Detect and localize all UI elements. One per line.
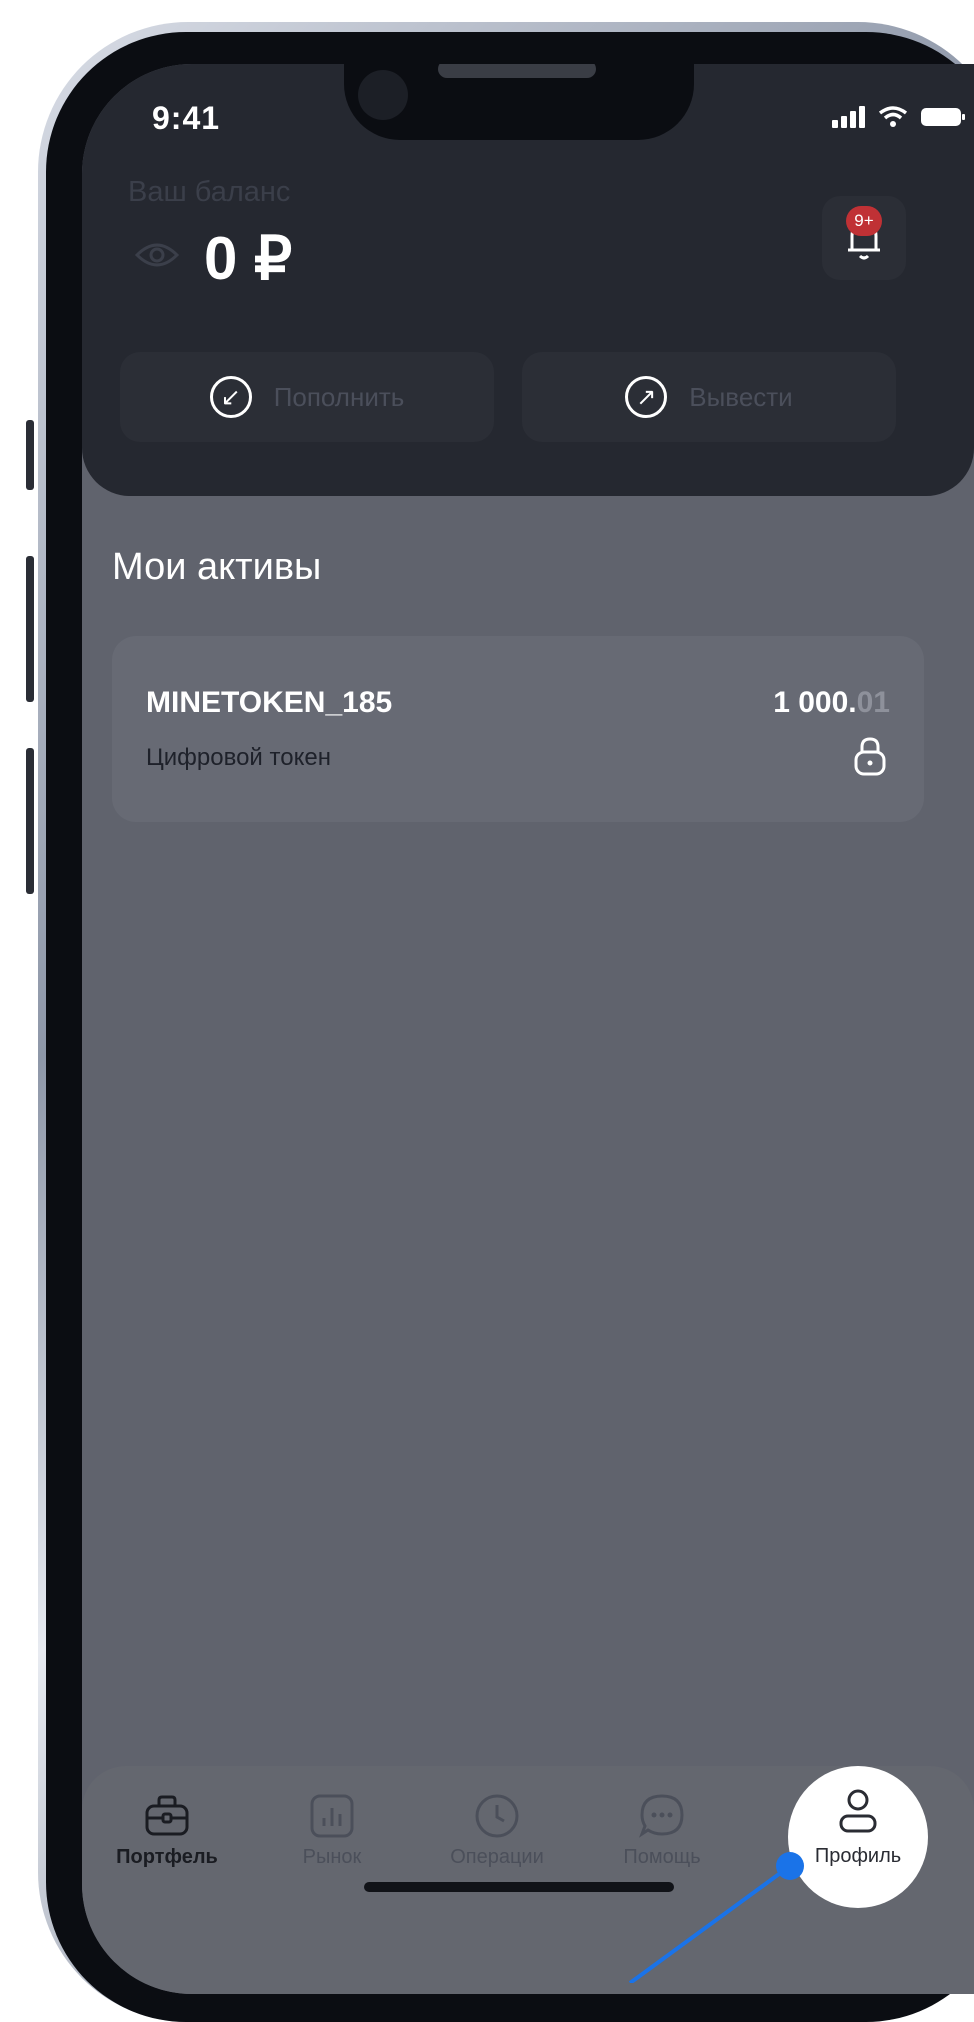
pointer-dot: [776, 1852, 804, 1880]
pointer-line: [628, 1864, 792, 1983]
